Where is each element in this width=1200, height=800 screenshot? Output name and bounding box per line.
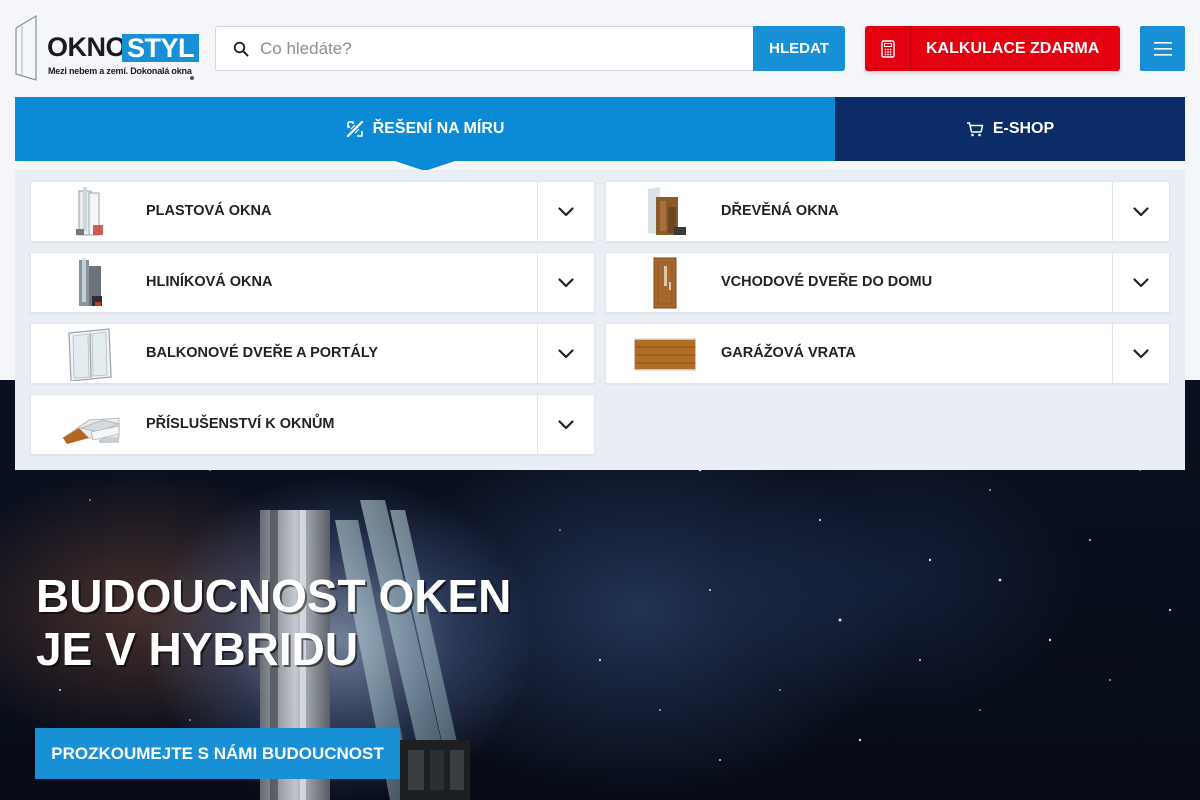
category-item-window-accessories[interactable]: PŘÍSLUŠENSTVÍ K OKNŮM bbox=[30, 394, 595, 455]
logo-text-styl: STYL bbox=[122, 34, 200, 62]
category-expand-toggle[interactable] bbox=[537, 395, 594, 454]
custom-solutions-dropdown: PLASTOVÁ OKNA DŘEVĚNÁ OKNA HLINÍKOVÁ OKN… bbox=[15, 170, 1185, 470]
hero-title-line-1: BUDOUCNOST OKEN bbox=[36, 570, 512, 622]
garage-door-image bbox=[634, 338, 696, 371]
category-item-wooden-windows[interactable]: DŘEVĚNÁ OKNA bbox=[605, 181, 1170, 242]
hamburger-menu-button[interactable] bbox=[1140, 26, 1185, 71]
tab-custom-solutions[interactable]: ŘEŠENÍ NA MÍRU bbox=[15, 97, 835, 161]
tab-eshop[interactable]: E-SHOP bbox=[835, 97, 1185, 161]
category-expand-toggle[interactable] bbox=[537, 182, 594, 241]
chevron-down-icon bbox=[558, 277, 574, 287]
category-expand-toggle[interactable] bbox=[1112, 182, 1169, 241]
chevron-down-icon bbox=[1133, 277, 1149, 287]
category-item-aluminium-windows[interactable]: HLINÍKOVÁ OKNA bbox=[30, 252, 595, 313]
chevron-down-icon bbox=[558, 206, 574, 216]
category-item-plastic-windows[interactable]: PLASTOVÁ OKNA bbox=[30, 181, 595, 242]
category-label: DŘEVĚNÁ OKNA bbox=[721, 203, 839, 219]
category-label: GARÁŽOVÁ VRATA bbox=[721, 345, 856, 361]
chevron-down-icon bbox=[558, 419, 574, 429]
search-button[interactable]: HLEDAT bbox=[753, 26, 845, 71]
category-label: PLASTOVÁ OKNA bbox=[146, 203, 272, 219]
category-expand-toggle[interactable] bbox=[1112, 253, 1169, 312]
window-accessories-image bbox=[61, 417, 120, 444]
free-calculation-button[interactable]: KALKULACE ZDARMA bbox=[865, 26, 1120, 71]
cart-icon bbox=[966, 122, 984, 137]
category-label: HLINÍKOVÁ OKNA bbox=[146, 274, 273, 290]
search-input[interactable] bbox=[260, 27, 740, 70]
hero-title: BUDOUCNOST OKEN JE V HYBRIDU bbox=[36, 570, 511, 676]
tab-custom-solutions-label: ŘEŠENÍ NA MÍRU bbox=[372, 120, 505, 137]
free-calculation-label: KALKULACE ZDARMA bbox=[926, 40, 1100, 57]
site-header: OKNO STYL Mezi nebem a zemí. Dokonalá ok… bbox=[0, 0, 1200, 97]
ruler-pencil-icon bbox=[346, 120, 363, 138]
hero-cta-button[interactable]: PROZKOUMEJTE S NÁMI BUDOUCNOST bbox=[35, 728, 400, 779]
category-expand-toggle[interactable] bbox=[537, 253, 594, 312]
chevron-down-icon bbox=[1133, 348, 1149, 358]
hero-title-line-2: JE V HYBRIDU bbox=[36, 623, 359, 675]
chevron-down-icon bbox=[558, 348, 574, 358]
category-item-balcony-doors[interactable]: BALKONOVÉ DVEŘE A PORTÁLY bbox=[30, 323, 595, 384]
search-box bbox=[215, 26, 753, 71]
chevron-down-icon bbox=[1133, 206, 1149, 216]
logo-text-okno: OKNO bbox=[47, 32, 127, 62]
category-item-garage-doors[interactable]: GARÁŽOVÁ VRATA bbox=[605, 323, 1170, 384]
category-expand-toggle[interactable] bbox=[537, 324, 594, 383]
wooden-window-profile-image bbox=[648, 187, 686, 235]
entrance-door-image bbox=[653, 257, 677, 309]
calculator-icon-wrap bbox=[865, 26, 911, 71]
calculator-icon bbox=[880, 39, 895, 58]
search-icon bbox=[233, 41, 249, 57]
balcony-door-image bbox=[68, 328, 112, 381]
category-label: PŘÍSLUŠENSTVÍ K OKNŮM bbox=[146, 416, 335, 432]
logo-tagline: Mezi nebem a zemí. Dokonalá okna bbox=[48, 66, 192, 76]
site-logo[interactable]: OKNO STYL Mezi nebem a zemí. Dokonalá ok… bbox=[14, 14, 200, 84]
logo-registered-mark bbox=[190, 76, 194, 80]
category-expand-toggle[interactable] bbox=[1112, 324, 1169, 383]
hamburger-menu-icon bbox=[1153, 41, 1172, 56]
category-label: VCHODOVÉ DVEŘE DO DOMU bbox=[721, 274, 933, 290]
tab-eshop-label: E-SHOP bbox=[992, 120, 1055, 137]
category-item-entrance-doors[interactable]: VCHODOVÉ DVEŘE DO DOMU bbox=[605, 252, 1170, 313]
plastic-window-profile-image bbox=[76, 187, 103, 236]
logo-window-frame-icon bbox=[15, 14, 37, 81]
category-label: BALKONOVÉ DVEŘE A PORTÁLY bbox=[146, 345, 379, 361]
aluminium-window-profile-image bbox=[79, 258, 102, 306]
